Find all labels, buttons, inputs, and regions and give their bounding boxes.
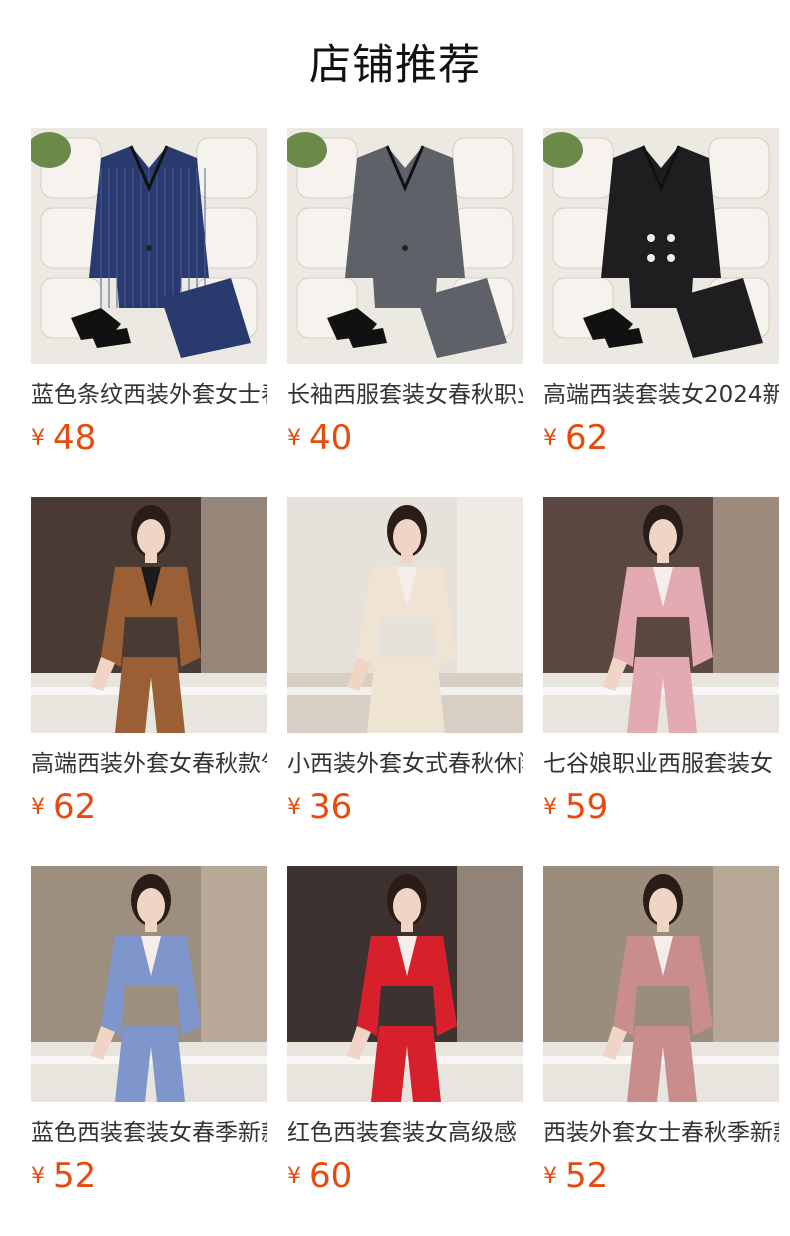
product-title[interactable]: 蓝色条纹西装外套女士春秋款 [31, 378, 267, 412]
product-price: ¥59 [543, 787, 608, 827]
product-image[interactable] [31, 128, 267, 364]
product-card[interactable]: 红色西装套装女高级感 ¥60 [287, 866, 523, 1196]
currency-symbol: ¥ [31, 1164, 45, 1189]
currency-symbol: ¥ [287, 795, 301, 820]
product-title[interactable]: 高端西装外套女春秋款气质 [31, 747, 267, 781]
product-price: ¥60 [287, 1156, 352, 1196]
product-title[interactable]: 小西装外套女式春秋休闲 [287, 747, 523, 781]
currency-symbol: ¥ [287, 426, 301, 451]
product-image[interactable] [543, 866, 779, 1102]
product-image[interactable] [31, 866, 267, 1102]
product-image[interactable] [543, 497, 779, 733]
product-title[interactable]: 高端西装套装女2024新款 [543, 378, 779, 412]
product-image[interactable] [287, 497, 523, 733]
price-value: 52 [565, 1156, 609, 1196]
product-card[interactable]: 七谷娘职业西服套装女 ¥59 [543, 497, 779, 827]
product-price: ¥48 [31, 418, 96, 458]
product-title[interactable]: 七谷娘职业西服套装女 [543, 747, 779, 781]
product-card[interactable]: 蓝色条纹西装外套女士春秋款 ¥48 [31, 128, 267, 458]
product-title[interactable]: 红色西装套装女高级感 [287, 1116, 523, 1150]
currency-symbol: ¥ [543, 1164, 557, 1189]
product-price: ¥40 [287, 418, 352, 458]
currency-symbol: ¥ [543, 426, 557, 451]
price-value: 36 [309, 787, 353, 827]
product-title[interactable]: 长袖西服套装女春秋职业装 [287, 378, 523, 412]
product-price: ¥36 [287, 787, 352, 827]
price-value: 59 [565, 787, 609, 827]
price-value: 62 [565, 418, 609, 458]
price-value: 62 [53, 787, 97, 827]
price-value: 40 [309, 418, 353, 458]
product-price: ¥52 [543, 1156, 608, 1196]
product-card[interactable]: 高端西装外套女春秋款气质 ¥62 [31, 497, 267, 827]
product-card[interactable]: 西装外套女士春秋季新款 ¥52 [543, 866, 779, 1196]
product-image[interactable] [543, 128, 779, 364]
price-value: 48 [53, 418, 97, 458]
product-card[interactable]: 高端西装套装女2024新款 ¥62 [543, 128, 779, 458]
product-card[interactable]: 小西装外套女式春秋休闲 ¥36 [287, 497, 523, 827]
price-value: 52 [53, 1156, 97, 1196]
product-price: ¥62 [31, 787, 96, 827]
product-image[interactable] [31, 497, 267, 733]
product-title[interactable]: 蓝色西装套装女春季新款 [31, 1116, 267, 1150]
product-price: ¥62 [543, 418, 608, 458]
page-title: 店铺推荐 [308, 40, 481, 89]
currency-symbol: ¥ [287, 1164, 301, 1189]
product-title[interactable]: 西装外套女士春秋季新款 [543, 1116, 779, 1150]
product-card[interactable]: 蓝色西装套装女春季新款 ¥52 [31, 866, 267, 1196]
product-image[interactable] [287, 128, 523, 364]
product-price: ¥52 [31, 1156, 96, 1196]
price-value: 60 [309, 1156, 353, 1196]
product-card[interactable]: 长袖西服套装女春秋职业装 ¥40 [287, 128, 523, 458]
currency-symbol: ¥ [31, 795, 45, 820]
product-image[interactable] [287, 866, 523, 1102]
currency-symbol: ¥ [543, 795, 557, 820]
currency-symbol: ¥ [31, 426, 45, 451]
